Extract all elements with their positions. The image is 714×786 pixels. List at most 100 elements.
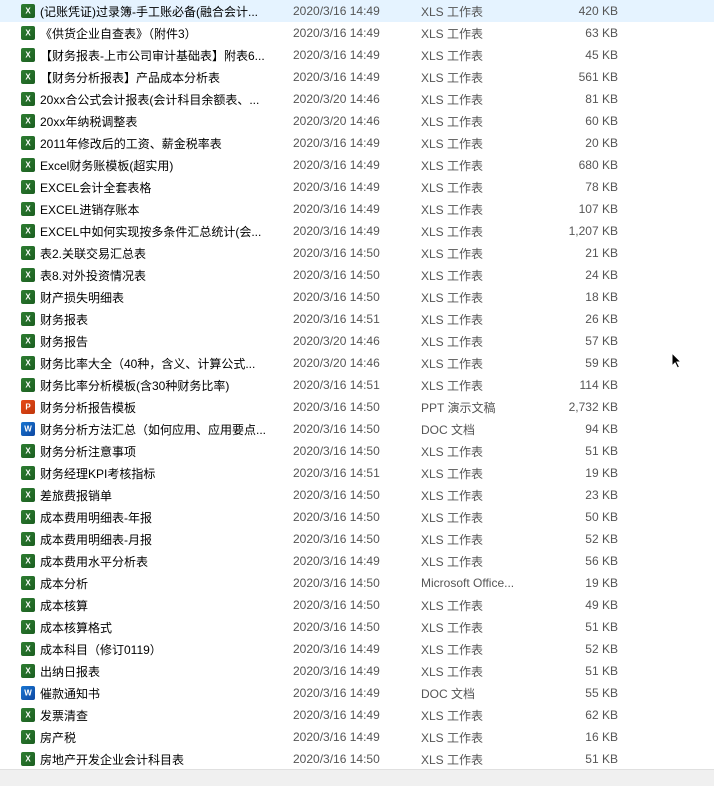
file-name[interactable]: 成本费用明细表-年报 bbox=[38, 509, 293, 526]
file-date: 2020/3/16 14:50 bbox=[293, 400, 421, 414]
file-row[interactable]: 表2.关联交易汇总表2020/3/16 14:50XLS 工作表21 KB bbox=[0, 242, 714, 264]
file-icon-cell bbox=[18, 598, 38, 612]
xls-file-icon bbox=[21, 378, 35, 392]
file-name[interactable]: 财务比率大全（40种，含义、计算公式... bbox=[38, 355, 293, 372]
file-icon-cell bbox=[18, 356, 38, 370]
file-size: 52 KB bbox=[549, 532, 624, 546]
file-type: DOC 文档 bbox=[421, 685, 549, 702]
file-size: 20 KB bbox=[549, 136, 624, 150]
file-size: 2,732 KB bbox=[549, 400, 624, 414]
file-name[interactable]: 【财务报表-上市公司审计基础表】附表6... bbox=[38, 47, 293, 64]
file-icon-cell bbox=[18, 202, 38, 216]
file-name[interactable]: 20xx合公式会计报表(会计科目余额表、... bbox=[38, 91, 293, 108]
file-name[interactable]: 2011年修改后的工资、薪金税率表 bbox=[38, 135, 293, 152]
file-row[interactable]: 出纳日报表2020/3/16 14:49XLS 工作表51 KB bbox=[0, 660, 714, 682]
file-type: XLS 工作表 bbox=[421, 25, 549, 42]
file-size: 94 KB bbox=[549, 422, 624, 436]
file-name[interactable]: 财务报告 bbox=[38, 333, 293, 350]
file-name[interactable]: 【财务分析报表】产品成本分析表 bbox=[38, 69, 293, 86]
file-row[interactable]: 成本费用明细表-月报2020/3/16 14:50XLS 工作表52 KB bbox=[0, 528, 714, 550]
file-row[interactable]: 差旅费报销单2020/3/16 14:50XLS 工作表23 KB bbox=[0, 484, 714, 506]
file-name[interactable]: 出纳日报表 bbox=[38, 663, 293, 680]
file-date: 2020/3/16 14:51 bbox=[293, 378, 421, 392]
file-type: Microsoft Office... bbox=[421, 576, 549, 590]
file-size: 81 KB bbox=[549, 92, 624, 106]
file-row[interactable]: 成本分析2020/3/16 14:50Microsoft Office...19… bbox=[0, 572, 714, 594]
file-name[interactable]: 财务分析方法汇总（如何应用、应用要点... bbox=[38, 421, 293, 438]
file-name[interactable]: 成本科目（修订0119） bbox=[38, 641, 293, 658]
file-name[interactable]: 20xx年纳税调整表 bbox=[38, 113, 293, 130]
file-name[interactable]: 财务比率分析模板(含30种财务比率) bbox=[38, 377, 293, 394]
file-row[interactable]: 房产税2020/3/16 14:49XLS 工作表16 KB bbox=[0, 726, 714, 748]
file-name[interactable]: 房产税 bbox=[38, 729, 293, 746]
file-name[interactable]: 财务报表 bbox=[38, 311, 293, 328]
file-row[interactable]: 成本科目（修订0119）2020/3/16 14:49XLS 工作表52 KB bbox=[0, 638, 714, 660]
horizontal-scrollbar[interactable] bbox=[0, 769, 714, 786]
file-row[interactable]: 20xx年纳税调整表2020/3/20 14:46XLS 工作表60 KB bbox=[0, 110, 714, 132]
file-row[interactable]: 催款通知书2020/3/16 14:49DOC 文档55 KB bbox=[0, 682, 714, 704]
file-name[interactable]: 财务分析报告模板 bbox=[38, 399, 293, 416]
file-row[interactable]: 成本核算2020/3/16 14:50XLS 工作表49 KB bbox=[0, 594, 714, 616]
file-row[interactable]: 【财务分析报表】产品成本分析表2020/3/16 14:49XLS 工作表561… bbox=[0, 66, 714, 88]
file-row[interactable]: 发票清查2020/3/16 14:49XLS 工作表62 KB bbox=[0, 704, 714, 726]
file-row[interactable]: 成本费用水平分析表2020/3/16 14:49XLS 工作表56 KB bbox=[0, 550, 714, 572]
file-row[interactable]: 【财务报表-上市公司审计基础表】附表6...2020/3/16 14:49XLS… bbox=[0, 44, 714, 66]
file-row[interactable]: 2011年修改后的工资、薪金税率表2020/3/16 14:49XLS 工作表2… bbox=[0, 132, 714, 154]
file-name[interactable]: 成本费用明细表-月报 bbox=[38, 531, 293, 548]
xls-file-icon bbox=[21, 158, 35, 172]
file-name[interactable]: EXCEL进销存账本 bbox=[38, 201, 293, 218]
file-name[interactable]: 财务分析注意事项 bbox=[38, 443, 293, 460]
file-name[interactable]: 成本核算 bbox=[38, 597, 293, 614]
file-row[interactable]: 房地产开发企业会计科目表2020/3/16 14:50XLS 工作表51 KB bbox=[0, 748, 714, 770]
file-icon-cell bbox=[18, 312, 38, 326]
file-row[interactable]: 财务分析注意事项2020/3/16 14:50XLS 工作表51 KB bbox=[0, 440, 714, 462]
file-name[interactable]: Excel财务账模板(超实用) bbox=[38, 157, 293, 174]
file-date: 2020/3/16 14:49 bbox=[293, 70, 421, 84]
file-name[interactable]: 《供货企业自查表》（附件3） bbox=[38, 25, 293, 42]
file-icon-cell bbox=[18, 92, 38, 106]
file-row[interactable]: 财务分析报告模板2020/3/16 14:50PPT 演示文稿2,732 KB bbox=[0, 396, 714, 418]
file-row[interactable]: 财务比率分析模板(含30种财务比率)2020/3/16 14:51XLS 工作表… bbox=[0, 374, 714, 396]
file-name[interactable]: 差旅费报销单 bbox=[38, 487, 293, 504]
file-row[interactable]: EXCEL会计全套表格2020/3/16 14:49XLS 工作表78 KB bbox=[0, 176, 714, 198]
file-name[interactable]: EXCEL中如何实现按多条件汇总统计(会... bbox=[38, 223, 293, 240]
file-row[interactable]: EXCEL中如何实现按多条件汇总统计(会...2020/3/16 14:49XL… bbox=[0, 220, 714, 242]
file-row[interactable]: EXCEL进销存账本2020/3/16 14:49XLS 工作表107 KB bbox=[0, 198, 714, 220]
file-row[interactable]: 财务分析方法汇总（如何应用、应用要点...2020/3/16 14:50DOC … bbox=[0, 418, 714, 440]
file-row[interactable]: 《供货企业自查表》（附件3）2020/3/16 14:49XLS 工作表63 K… bbox=[0, 22, 714, 44]
file-row[interactable]: 财务比率大全（40种，含义、计算公式...2020/3/20 14:46XLS … bbox=[0, 352, 714, 374]
file-row[interactable]: 财务报表2020/3/16 14:51XLS 工作表26 KB bbox=[0, 308, 714, 330]
file-row[interactable]: 成本核算格式2020/3/16 14:50XLS 工作表51 KB bbox=[0, 616, 714, 638]
file-name[interactable]: 成本分析 bbox=[38, 575, 293, 592]
file-name[interactable]: 财产损失明细表 bbox=[38, 289, 293, 306]
file-row[interactable]: 20xx合公式会计报表(会计科目余额表、...2020/3/20 14:46XL… bbox=[0, 88, 714, 110]
file-name[interactable]: 成本费用水平分析表 bbox=[38, 553, 293, 570]
xls-file-icon bbox=[21, 510, 35, 524]
file-row[interactable]: 表8.对外投资情况表2020/3/16 14:50XLS 工作表24 KB bbox=[0, 264, 714, 286]
xls-file-icon bbox=[21, 224, 35, 238]
file-row[interactable]: 成本费用明细表-年报2020/3/16 14:50XLS 工作表50 KB bbox=[0, 506, 714, 528]
file-name[interactable]: 财务经理KPI考核指标 bbox=[38, 465, 293, 482]
ppt-file-icon bbox=[21, 400, 35, 414]
file-explorer-list[interactable]: (记账凭证)过录簿-手工账必备(融合会计... 2020/3/16 14:49 XL… bbox=[0, 0, 714, 786]
file-icon-cell bbox=[18, 466, 38, 480]
file-size: 78 KB bbox=[549, 180, 624, 194]
file-row[interactable]: 财务报告2020/3/20 14:46XLS 工作表57 KB bbox=[0, 330, 714, 352]
file-name[interactable]: (记账凭证)过录簿-手工账必备(融合会计... bbox=[38, 3, 293, 20]
file-name[interactable]: EXCEL会计全套表格 bbox=[38, 179, 293, 196]
file-size: 51 KB bbox=[549, 752, 624, 766]
file-date: 2020/3/16 14:49 bbox=[293, 202, 421, 216]
file-row[interactable]: (记账凭证)过录簿-手工账必备(融合会计...2020/3/16 14:49XL… bbox=[0, 0, 714, 22]
file-name[interactable]: 房地产开发企业会计科目表 bbox=[38, 751, 293, 768]
file-icon-cell bbox=[18, 114, 38, 128]
file-name[interactable]: 表8.对外投资情况表 bbox=[38, 267, 293, 284]
file-name[interactable]: 发票清查 bbox=[38, 707, 293, 724]
file-name[interactable]: 成本核算格式 bbox=[38, 619, 293, 636]
file-type: XLS 工作表 bbox=[421, 443, 549, 460]
file-row[interactable]: Excel财务账模板(超实用)2020/3/16 14:49XLS 工作表680… bbox=[0, 154, 714, 176]
file-size: 51 KB bbox=[549, 444, 624, 458]
file-name[interactable]: 催款通知书 bbox=[38, 685, 293, 702]
file-name[interactable]: 表2.关联交易汇总表 bbox=[38, 245, 293, 262]
file-row[interactable]: 财务经理KPI考核指标2020/3/16 14:51XLS 工作表19 KB bbox=[0, 462, 714, 484]
file-row[interactable]: 财产损失明细表2020/3/16 14:50XLS 工作表18 KB bbox=[0, 286, 714, 308]
